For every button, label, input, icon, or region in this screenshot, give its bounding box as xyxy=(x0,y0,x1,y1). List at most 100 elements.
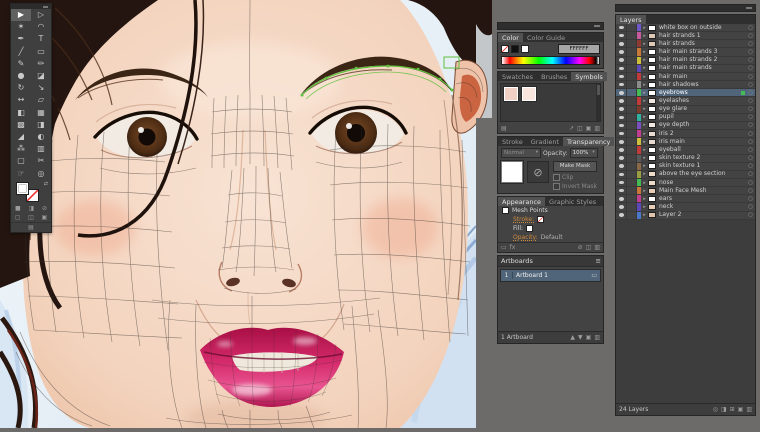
lock-toggle[interactable] xyxy=(627,187,637,194)
expand-arrow-icon[interactable]: ▸ xyxy=(641,90,648,96)
visibility-toggle[interactable] xyxy=(616,65,627,72)
width-tool[interactable]: ↔ xyxy=(11,94,31,106)
layer-name[interactable]: eye glare xyxy=(656,105,746,113)
direct-selection-tool[interactable]: ▷ xyxy=(31,9,51,21)
slice-tool[interactable]: ✂ xyxy=(31,155,51,167)
visibility-toggle[interactable] xyxy=(616,40,627,47)
visibility-toggle[interactable] xyxy=(616,187,627,194)
expand-arrow-icon[interactable]: ▸ xyxy=(641,25,648,31)
visibility-toggle[interactable] xyxy=(616,48,627,55)
visibility-toggle[interactable] xyxy=(616,97,627,104)
visibility-toggle[interactable] xyxy=(616,32,627,39)
layer-name[interactable]: hair strands 1 xyxy=(656,32,746,40)
target-circle-icon[interactable]: ○ xyxy=(746,180,755,186)
expand-arrow-icon[interactable]: ▸ xyxy=(641,49,648,55)
lock-toggle[interactable] xyxy=(627,106,637,113)
duplicate-item-icon[interactable]: ◫ xyxy=(586,243,592,252)
lock-toggle[interactable] xyxy=(627,195,637,202)
panel-collapse-strip[interactable] xyxy=(615,4,756,12)
target-circle-icon[interactable]: ○ xyxy=(746,212,755,218)
break-link-icon[interactable]: ◫ xyxy=(577,124,583,133)
draw-normal-button[interactable]: ▢ xyxy=(15,213,21,222)
swap-fill-stroke-icon[interactable]: ⇄ xyxy=(44,181,48,187)
visibility-toggle[interactable] xyxy=(616,155,627,162)
layer-name[interactable]: ears xyxy=(656,195,746,203)
lock-toggle[interactable] xyxy=(627,179,637,186)
pen-tool[interactable]: ✒ xyxy=(11,33,31,45)
place-symbol-icon[interactable]: ↗ xyxy=(569,124,574,133)
tab[interactable]: Stroke xyxy=(498,137,527,146)
layer-name[interactable]: hair strands xyxy=(656,40,746,48)
tab[interactable]: Color xyxy=(498,33,523,42)
screen-mode-button[interactable]: ▤ xyxy=(28,223,34,232)
layer-name[interactable]: eyeball xyxy=(656,146,746,154)
target-circle-icon[interactable]: ○ xyxy=(746,25,755,31)
lock-toggle[interactable] xyxy=(627,81,637,88)
layer-name[interactable]: pupil xyxy=(656,113,746,121)
visibility-toggle[interactable] xyxy=(616,179,627,186)
tab[interactable]: Transparency xyxy=(563,137,614,146)
layer-name[interactable]: nose xyxy=(656,179,746,187)
hex-value-field[interactable]: FFFFFF xyxy=(558,44,600,54)
target-circle-icon[interactable]: ○ xyxy=(746,33,755,39)
object-thumbnail[interactable] xyxy=(501,161,523,183)
shape-builder-tool[interactable]: ◧ xyxy=(11,107,31,119)
blend-tool[interactable]: ◐ xyxy=(31,131,51,143)
perspective-grid-tool[interactable]: ▦ xyxy=(31,107,51,119)
none-color-chip[interactable] xyxy=(501,45,509,53)
black-color-chip[interactable] xyxy=(511,45,519,53)
expand-arrow-icon[interactable]: ▸ xyxy=(641,106,648,112)
target-circle-icon[interactable]: ○ xyxy=(746,74,755,80)
expand-arrow-icon[interactable]: ▸ xyxy=(641,65,648,71)
delete-symbol-icon[interactable]: ▥ xyxy=(594,124,600,133)
rotate-tool[interactable]: ↻ xyxy=(11,82,31,94)
lock-toggle[interactable] xyxy=(627,48,637,55)
new-layer-icon[interactable]: ▣ xyxy=(738,405,744,414)
lock-toggle[interactable] xyxy=(627,163,637,170)
layer-name[interactable]: hair shadows xyxy=(656,81,746,89)
appearance-row[interactable]: Stroke: xyxy=(498,215,603,224)
target-circle-icon[interactable]: ○ xyxy=(746,122,755,128)
symbol-sprayer-tool[interactable]: ⁂ xyxy=(11,143,31,155)
delete-item-icon[interactable]: ▥ xyxy=(594,243,600,252)
target-circle-icon[interactable]: ○ xyxy=(746,131,755,137)
expand-arrow-icon[interactable]: ▸ xyxy=(641,114,648,120)
tab[interactable]: Swatches xyxy=(498,72,537,81)
layer-name[interactable]: eyelashes xyxy=(656,97,746,105)
new-artboard-icon[interactable]: ▣ xyxy=(586,333,592,342)
target-circle-icon[interactable]: ○ xyxy=(746,106,755,112)
expand-arrow-icon[interactable]: ▸ xyxy=(641,98,648,104)
mesh-tool[interactable]: ▩ xyxy=(11,119,31,131)
tab[interactable]: Symbols xyxy=(571,72,607,81)
visibility-toggle[interactable] xyxy=(616,122,627,129)
expand-arrow-icon[interactable]: ▸ xyxy=(641,57,648,63)
color-button[interactable]: ■ xyxy=(15,204,21,213)
pencil-tool[interactable]: ✏ xyxy=(31,58,51,70)
move-down-icon[interactable]: ▼ xyxy=(578,333,583,342)
tab[interactable]: Appearance xyxy=(498,197,545,206)
visibility-toggle[interactable] xyxy=(616,163,627,170)
target-circle-icon[interactable]: ○ xyxy=(746,49,755,55)
target-circle-icon[interactable]: ○ xyxy=(746,163,755,169)
target-circle-icon[interactable]: ○ xyxy=(746,98,755,104)
layer-name[interactable]: iris 2 xyxy=(656,130,746,138)
visibility-toggle[interactable] xyxy=(616,130,627,137)
expand-arrow-icon[interactable]: ▸ xyxy=(641,180,648,186)
lock-toggle[interactable] xyxy=(627,155,637,162)
layer-name[interactable]: neck xyxy=(656,203,746,211)
make-clipping-mask-icon[interactable]: ◨ xyxy=(721,405,727,414)
visibility-toggle[interactable] xyxy=(616,203,627,210)
expand-arrow-icon[interactable]: ▸ xyxy=(641,171,648,177)
visibility-toggle[interactable] xyxy=(616,195,627,202)
appearance-row[interactable]: Opacity: Default xyxy=(498,233,603,242)
type-tool[interactable]: T xyxy=(31,33,51,45)
opacity-field[interactable]: 100%▾ xyxy=(570,148,598,158)
layer-name[interactable]: skin texture 2 xyxy=(656,154,746,162)
expand-arrow-icon[interactable]: ▸ xyxy=(641,163,648,169)
expand-arrow-icon[interactable]: ▸ xyxy=(641,139,648,145)
symbol-swatch[interactable] xyxy=(503,86,519,102)
stroke-swatch[interactable] xyxy=(537,216,544,223)
target-circle-icon[interactable]: ○ xyxy=(746,171,755,177)
layer-name[interactable]: Main Face Mesh xyxy=(656,187,746,195)
symbol-libraries-icon[interactable]: ▤ xyxy=(501,124,507,133)
